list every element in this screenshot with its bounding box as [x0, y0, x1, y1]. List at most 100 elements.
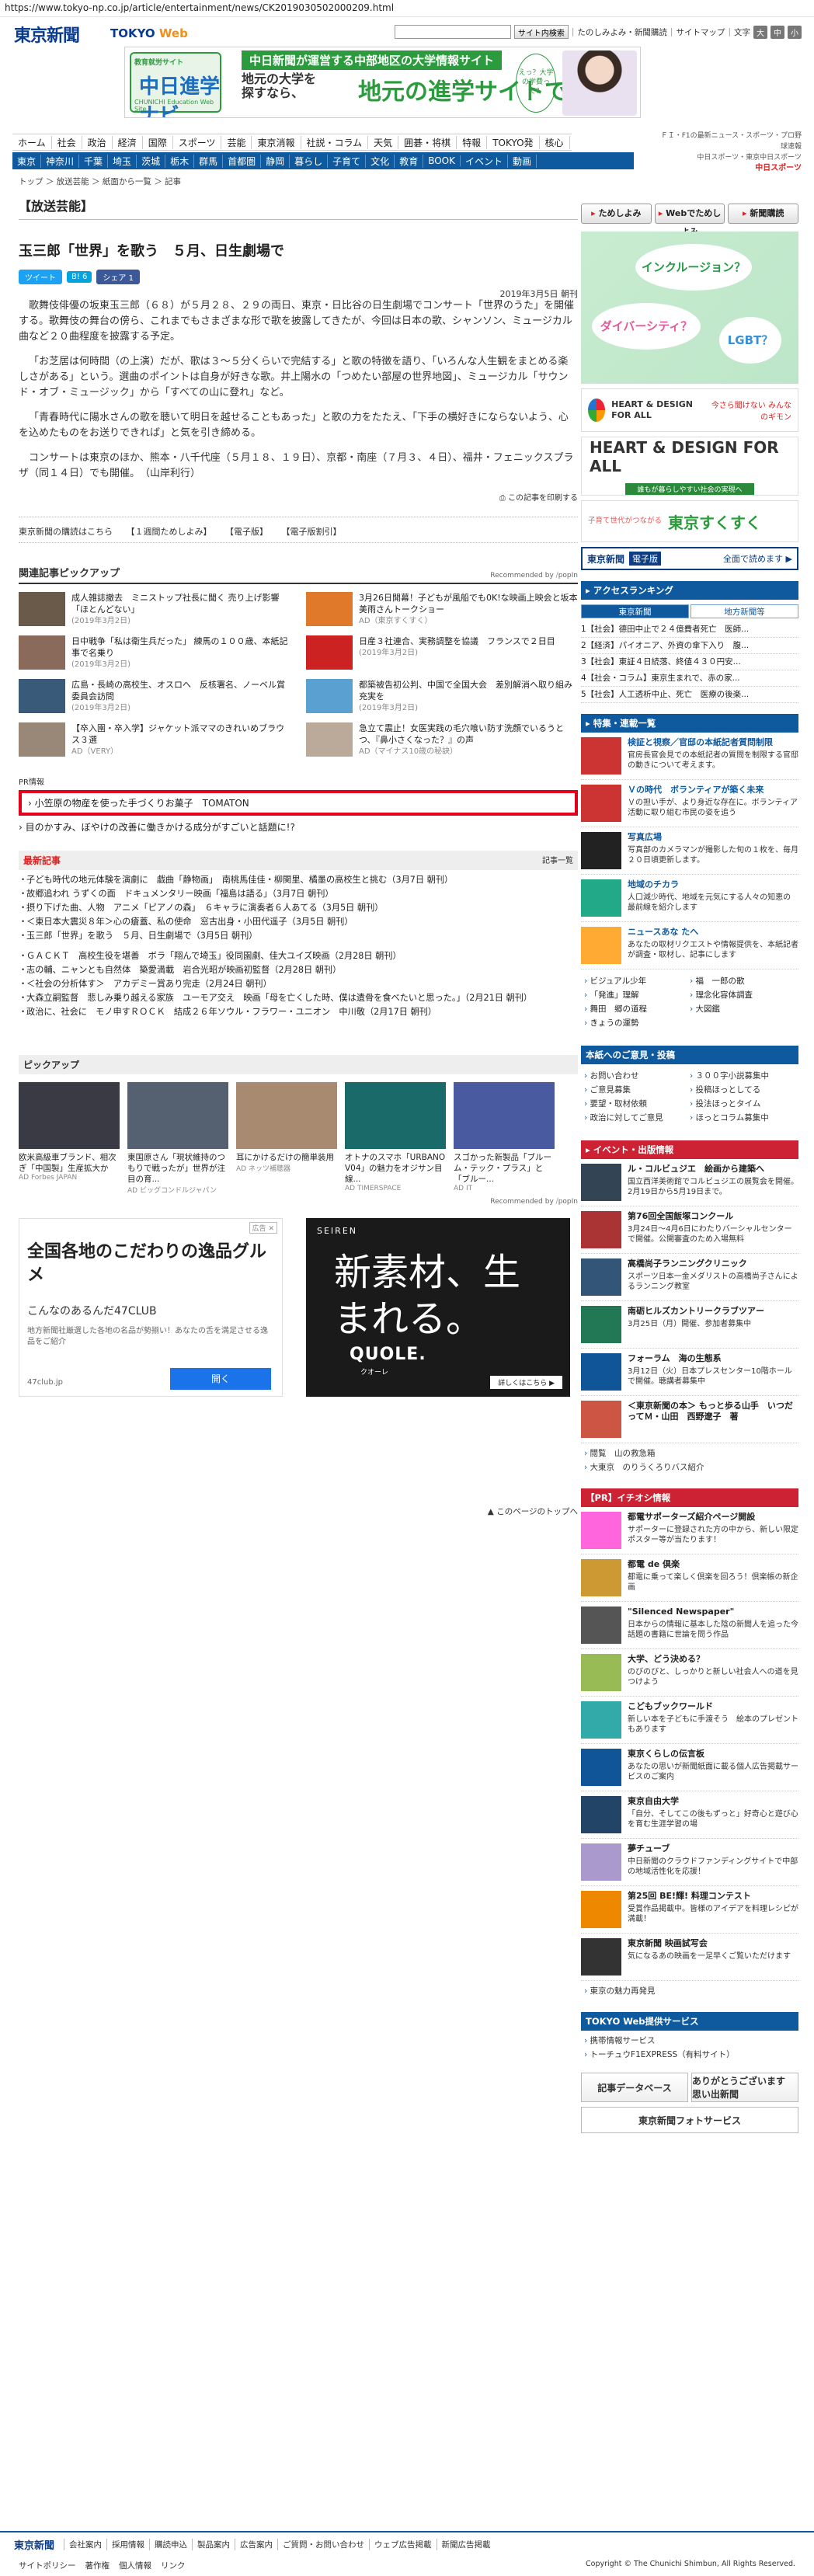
region-nav-item[interactable]: 教育 [395, 154, 424, 168]
footer-link[interactable]: 製品案内 [192, 2539, 235, 2550]
footer-link[interactable]: 新聞広告掲載 [436, 2539, 496, 2550]
region-nav-item[interactable]: 東京 [12, 154, 42, 168]
font-medium-button[interactable]: 中 [771, 25, 784, 39]
nav-item[interactable]: 囲碁・将棋 [398, 135, 457, 149]
event-item[interactable]: フォーラム 海の生態系 3月12日（火）日本プレスセンター10階ホールで開催。聴講… [581, 1349, 798, 1396]
related-article[interactable]: 成人雑誌撤去 ミニストップ社長に聞く 売り上げ影響「ほとんどない」 (2019年3… [19, 592, 290, 632]
tokyo-service-link[interactable]: 携帯情報サービス [584, 2036, 656, 2045]
feature-item[interactable]: Ｖの時代 ボランティアが築く未来 Ｖの担い手が、より身近な存在に。ボランティア活動… [581, 780, 798, 827]
nav-item[interactable]: 特報 [457, 135, 488, 149]
pickup-item[interactable]: 東国原さん「現状維持のつもりで戦ったが」世界が注目の育... AD ビッグコンドル… [127, 1082, 228, 1195]
region-nav-item[interactable]: 埼玉 [108, 154, 137, 168]
ranking-item[interactable]: 2【経済】パイオニア、外資の傘下入り 腹... [581, 638, 798, 654]
feature-link[interactable]: 理念化容体調査 [690, 988, 795, 1002]
site-search-button[interactable]: サイト内検索 [513, 25, 569, 39]
related-article[interactable]: 【卒入園・卒入学】ジャケット派ママのきれいめブラウス３選 AD（VERY） [19, 722, 290, 763]
event-item[interactable]: 高橋尚子ランニングクリニック スポーツ日本一金メダリストの高橋尚子さんによるランニ… [581, 1254, 798, 1301]
article-database-button[interactable]: 記事データベース [581, 2073, 688, 2102]
top-ad-banner[interactable]: 教育就労サイト 中日進学ナビ CHUNICHI Education Web Si… [124, 47, 641, 118]
footer-link[interactable]: 購読申込 [149, 2539, 192, 2550]
more-link[interactable]: 東京の魅力再発見 [581, 1981, 798, 2001]
related-article[interactable]: 急立て震止！女医実践の毛穴喰い防す洗顔でいるうとつ、『鼻小さくなった？』の声 AD… [306, 722, 578, 763]
feature-link[interactable]: 大図鑑 [690, 1002, 795, 1016]
ranking-item[interactable]: 3【社会】東証４日続落、終値４３０円安... [581, 654, 798, 670]
feature-link[interactable]: ビジュアル少年 [584, 974, 690, 988]
region-nav-item[interactable]: 動画 [508, 154, 537, 168]
region-nav-item[interactable]: 群馬 [194, 154, 224, 168]
ranking-item[interactable]: 5【社会】人工透析中止、死亡 医療の後楽... [581, 687, 798, 703]
region-nav-item[interactable]: 暮らし [290, 154, 329, 168]
digital-discount-link[interactable]: 【電子版割引】 [282, 527, 342, 537]
news-item[interactable]: 子ども時代の地元体験を演劇に 戯曲「静物画」 南桃馬佳佳・柳関里、橘墨の高校生と… [19, 873, 578, 887]
nav-item[interactable]: 天気 [368, 135, 399, 149]
event-link[interactable]: 大東京 のりうくろりバス紹介 [584, 1463, 704, 1472]
pr-info-item[interactable]: "Silenced Newspaper" 日本からの情報に基本した陰の新聞人を追っ… [581, 1602, 798, 1649]
nav-item[interactable]: 社会 [52, 135, 82, 149]
font-large-button[interactable]: 大 [753, 25, 767, 39]
tweet-button[interactable]: ツイート [19, 270, 62, 284]
sidebar-tab-web-trial[interactable]: Webでためしよみ [654, 204, 725, 237]
site-logo-sub[interactable]: TOKYO Web [110, 26, 188, 40]
feature-item[interactable]: 地域のチカラ 人口減少時代、地域を元気にする人々の知恵の最前線を紹介します [581, 875, 798, 922]
pickup-item[interactable]: 欧米高級車ブランド、相次ぎ「中国製」生産拡大か AD Forbes JAPAN [19, 1082, 120, 1195]
feature-link[interactable]: きょうの運勢 [584, 1016, 690, 1030]
heart-design-banner-2[interactable]: HEART & DESIGN FOR ALL 誰もが暮らしやすい社会の実現へ [581, 437, 798, 496]
nav-item[interactable]: 政治 [82, 135, 113, 149]
header-link-subscribe[interactable]: たのしみよみ・新聞購読 [577, 26, 667, 38]
footer-link-2[interactable]: サイトポリシー [14, 2560, 81, 2571]
pr-info-item[interactable]: 都電サポーターズ紹介ページ開設 サポーターに登録された方の中から、新しい限定ポスタ… [581, 1507, 798, 1554]
pickup-item[interactable]: オトナのスマホ「URBANO V04」の魅力をオジサン目線... AD TIMER… [345, 1082, 446, 1195]
nav-item[interactable]: 東京消報 [252, 135, 301, 149]
pr-info-item[interactable]: 夢チューブ 中日新聞のクラウドファンディングサイトで中部の地域活性化を応援！ [581, 1839, 798, 1886]
opinion-link[interactable]: 要望・取材依頼 [584, 1097, 690, 1111]
region-nav-item[interactable]: BOOK [423, 155, 461, 166]
opinion-link[interactable]: ほっとコラム募集中 [690, 1111, 795, 1125]
event-item[interactable]: 第76回全国飯塚コンクール 3月24日〜4月6日にわたりバーシャルセンターで開催。… [581, 1206, 798, 1254]
ranking-item[interactable]: 4【社会・コラム】東京生まれで、赤の家... [581, 670, 798, 687]
news-item[interactable]: 故郷追われ うずくの面 ドキュメンタリー映画「福島は語る」（3月7日 朝刊） [19, 887, 578, 901]
region-nav-item[interactable]: イベント [461, 154, 508, 168]
event-item[interactable]: ル・コルビュジエ 絵画から建築へ 国立西洋美術館でコルビュジエの展覧会を開催。2月… [581, 1159, 798, 1206]
sidebar-tab-subscribe[interactable]: 新聞購読 [728, 204, 799, 224]
event-link[interactable]: 閲覧 山の救急箱 [584, 1449, 656, 1458]
digital-link[interactable]: 【電子版】 [225, 527, 268, 537]
feature-link[interactable]: 舞田 郷の道程 [584, 1002, 690, 1016]
news-item[interactable]: ＜東日本大震災８年＞心の瘡蓋、私の使命 窓古出身・小田代遥子（3月5日 朝刊） [19, 915, 578, 929]
opinion-link[interactable]: ご意見募集 [584, 1083, 690, 1097]
event-item[interactable]: ＜東京新聞の本＞ もっと歩る山手 いつだってＭ・山田 西野遼子 著 [581, 1396, 798, 1443]
pr-link[interactable]: › 目のかすみ、ぼやけの改善に働きかける成分がすごいと話題に!? [19, 820, 578, 834]
hatena-button[interactable]: B! 6 [67, 271, 92, 283]
pickup-item[interactable]: 耳にかけるだけの簡単装用 AD ネッツ補聴器 [236, 1082, 337, 1195]
ranking-tab-local[interactable]: 地方新聞等 [691, 604, 798, 618]
header-link-sitemap[interactable]: サイトマップ [676, 26, 725, 38]
region-nav-item[interactable]: 首都圏 [223, 154, 262, 168]
pr-highlighted-link[interactable]: › 小笠原の物産を使った手づくりお菓子 TOMATON [19, 790, 578, 816]
news-item[interactable]: 摂り下げた曲、人物 アニメ「ピアノの森」 ６キャラに演奏者６人あてる（3月5日 … [19, 901, 578, 915]
pr-info-item[interactable]: 東京新聞 映画試写会 気になるあの映画を一足早くご覧いただけます [581, 1934, 798, 1981]
region-nav-item[interactable]: 千葉 [79, 154, 109, 168]
footer-link[interactable]: 広告案内 [235, 2539, 277, 2550]
footer-logo[interactable]: 東京新聞 [14, 2537, 54, 2552]
news-item[interactable]: 志の輔、ニャンとも自然体 築愛満載 岩合光昭が映画初監督（2月28日 朝刊） [19, 963, 578, 977]
inclusion-banner[interactable]: インクルージョン？ ダイバーシティ？ LGBT？ [581, 231, 798, 384]
url-bar[interactable]: https://www.tokyo-np.co.jp/article/enter… [0, 0, 814, 17]
photo-service-button[interactable]: 東京新聞フォトサービス [581, 2107, 798, 2133]
news-list-link[interactable]: 記事一覧 [542, 854, 573, 865]
feature-link[interactable]: 福 一郎の歌 [690, 974, 795, 988]
chunichi-sports-link[interactable]: ＦＩ・F1の最新ニュース・スポーツ・プロ野球速報 中日スポーツ・東京中日スポーツ… [654, 131, 802, 174]
site-logo[interactable]: 東京新聞 [14, 22, 80, 47]
region-nav-item[interactable]: 茨城 [137, 154, 166, 168]
memory-newspaper-button[interactable]: ありがとうございます 思い出新聞 [691, 2073, 798, 2102]
breadcrumb[interactable]: トップ ＞ 放送芸能 ＞ 紙面から一覧 ＞ 記事 [19, 176, 181, 187]
trial-link[interactable]: 【１週間ためしよみ】 [127, 527, 212, 537]
footer-link[interactable]: ウェブ広告掲載 [369, 2539, 437, 2550]
pr-info-item[interactable]: 大学、どう決める？ のびのびと、しっかりと新しい社会人への道を見つけよう [581, 1649, 798, 1697]
related-article[interactable]: 広島・長崎の高校生、オスロへ 反核署名、ノーベル賞委員会訪問 (2019年3月2日… [19, 679, 290, 719]
ad-seiren[interactable]: SEIREN 新素材、生まれる。 QUOLE. クオーレ 詳しくはこちら ▶ [306, 1218, 570, 1397]
ad-detail-button[interactable]: 詳しくはこちら ▶ [490, 1376, 562, 1389]
page-top-link[interactable]: ▲ このページのトップへ [19, 1506, 578, 1517]
footer-link[interactable]: 会社案内 [64, 2539, 106, 2550]
sidebar-tab-trial[interactable]: ためしよみ [581, 204, 652, 224]
opinion-link[interactable]: ３００字小説募集中 [690, 1069, 795, 1083]
nav-item[interactable]: スポーツ [173, 135, 222, 149]
